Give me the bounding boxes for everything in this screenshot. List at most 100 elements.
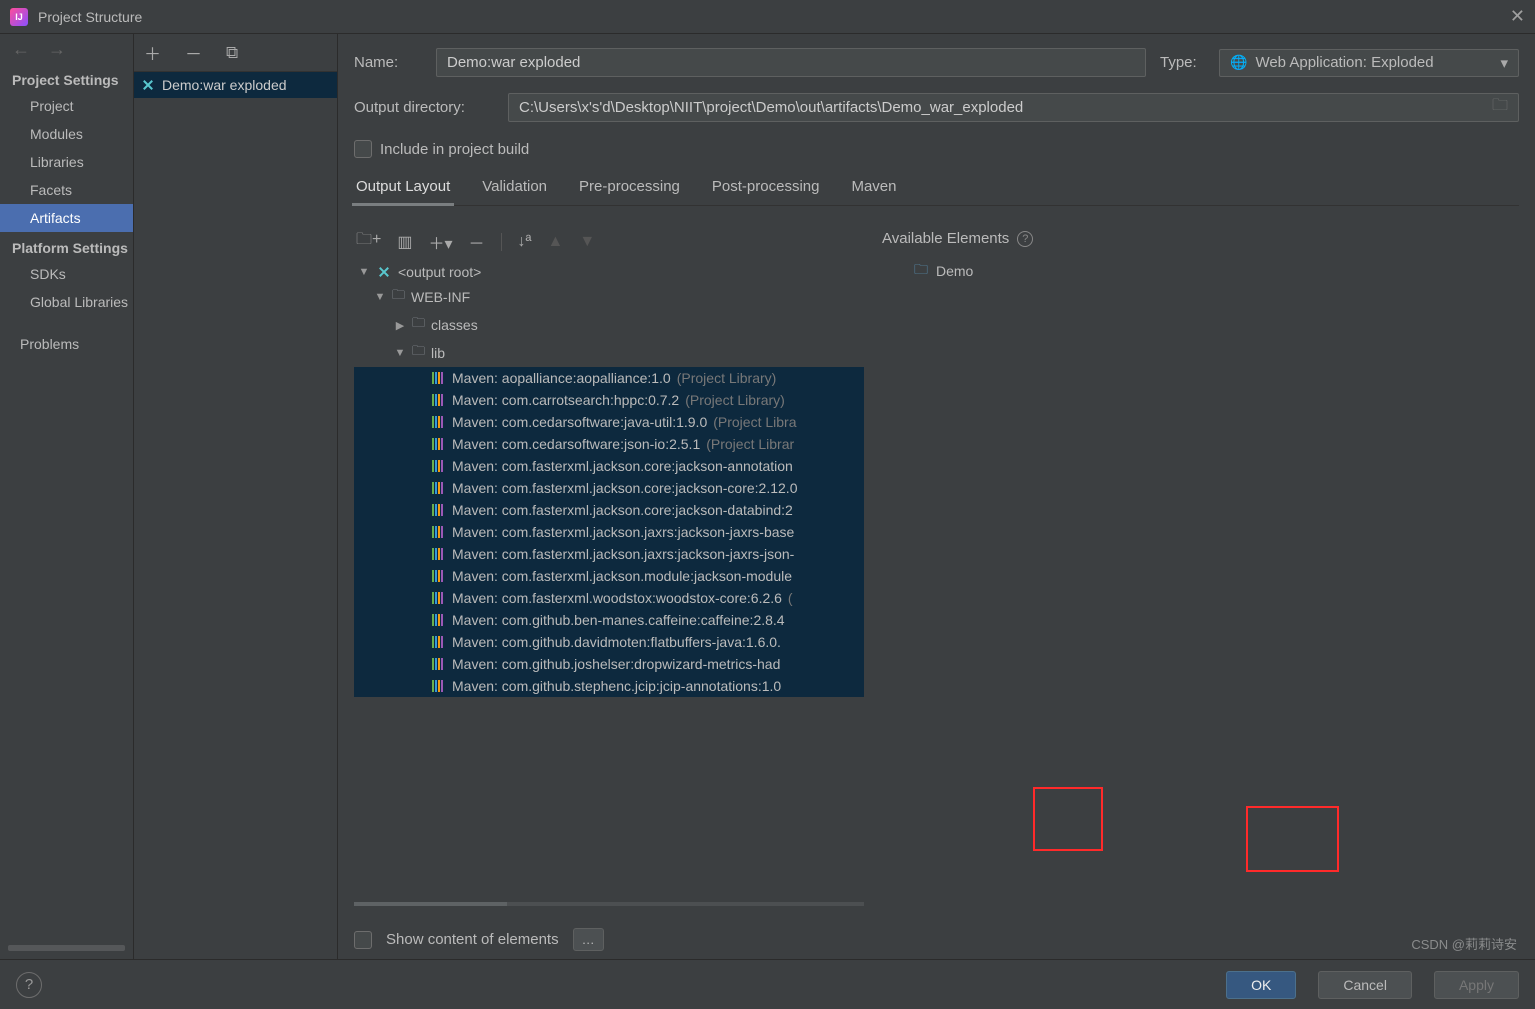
include-label: Include in project build [380, 141, 529, 158]
back-icon[interactable]: ← [12, 39, 30, 60]
sidebar-item-sdks[interactable]: SDKs [0, 260, 133, 288]
tab-maven[interactable]: Maven [849, 174, 898, 205]
lib-label: Maven: com.fasterxml.jackson.module:jack… [452, 568, 792, 584]
lib-label: Maven: com.fasterxml.jackson.core:jackso… [452, 502, 793, 518]
sidebar: ← → Project Settings Project Modules Lib… [0, 34, 134, 959]
remove-icon[interactable]: － [185, 40, 202, 65]
sidebar-item-libraries[interactable]: Libraries [0, 148, 133, 176]
cancel-button[interactable]: Cancel [1318, 971, 1412, 999]
library-icon [432, 548, 446, 560]
sidebar-splitter[interactable] [8, 945, 125, 951]
show-content-checkbox[interactable] [354, 931, 372, 949]
copy-icon[interactable]: ⧉ [226, 43, 238, 63]
nav-arrows: ← → [0, 34, 133, 64]
add-copy-icon[interactable]: ＋▾ [428, 230, 452, 254]
outdir-field[interactable] [509, 94, 1482, 121]
tree-lib-item[interactable]: ▶Maven: com.github.stephenc.jcip:jcip-an… [354, 675, 864, 697]
ok-button[interactable]: OK [1226, 971, 1296, 999]
tree-lib-item[interactable]: ▶Maven: com.fasterxml.jackson.core:jacks… [354, 477, 864, 499]
lib-label: Maven: com.cedarsoftware:java-util:1.9.0 [452, 414, 707, 430]
tab-pre-processing[interactable]: Pre-processing [577, 174, 682, 205]
artifact-item-label: Demo:war exploded [162, 77, 287, 93]
artifact-icon [376, 264, 392, 280]
name-field[interactable] [436, 48, 1146, 77]
browse-folder-icon[interactable]: 🗀 [1482, 94, 1518, 121]
sort-icon[interactable]: ↓ª [518, 233, 532, 251]
artifact-item[interactable]: Demo:war exploded [134, 72, 337, 98]
tree-root: <output root> [398, 264, 481, 280]
library-icon [432, 526, 446, 538]
include-checkbox[interactable] [354, 140, 372, 158]
lib-tag: (Project Library) [685, 392, 785, 408]
forward-icon[interactable]: → [48, 39, 66, 60]
tab-validation[interactable]: Validation [480, 174, 549, 205]
outdir-label: Output directory: [354, 99, 494, 116]
tree-lib-item[interactable]: ▶Maven: com.fasterxml.jackson.jaxrs:jack… [354, 543, 864, 565]
library-icon [432, 460, 446, 472]
type-label: Type: [1160, 54, 1205, 71]
lib-label: Maven: com.github.ben-manes.caffeine:caf… [452, 612, 785, 628]
output-tree[interactable]: ▼ <output root> ▼ 🗀 WEB-INF ▶ 🗀 classes [354, 261, 864, 900]
lib-tag: (Project Library) [677, 370, 777, 386]
library-icon [432, 636, 446, 648]
tree-classes: classes [431, 317, 478, 333]
library-icon [432, 658, 446, 670]
chevron-down-icon: ▾ [1500, 54, 1508, 72]
close-icon[interactable]: ✕ [1510, 6, 1525, 27]
lib-label: Maven: com.github.stephenc.jcip:jcip-ann… [452, 678, 781, 694]
ellipsis-button[interactable]: … [573, 928, 604, 951]
library-icon [432, 416, 446, 428]
sidebar-item-project[interactable]: Project [0, 92, 133, 120]
tree-lib-item[interactable]: ▶Maven: com.fasterxml.jackson.jaxrs:jack… [354, 521, 864, 543]
folder-icon: 🗀 [412, 314, 425, 336]
lib-label: Maven: aopalliance:aopalliance:1.0 [452, 370, 671, 386]
tree-lib-item[interactable]: ▶Maven: com.fasterxml.jackson.core:jacks… [354, 499, 864, 521]
lib-label: Maven: com.fasterxml.woodstox:woodstox-c… [452, 590, 782, 606]
tree-lib-item[interactable]: ▶Maven: com.fasterxml.woodstox:woodstox-… [354, 587, 864, 609]
tree-lib-item[interactable]: ▶Maven: com.github.davidmoten:flatbuffer… [354, 631, 864, 653]
watermark: CSDN @莉莉诗安 [1411, 934, 1517, 953]
tree-lib-item[interactable]: ▶Maven: com.cedarsoftware:java-util:1.9.… [354, 411, 864, 433]
tab-output-layout[interactable]: Output Layout [354, 174, 452, 205]
tree-lib-item[interactable]: ▶Maven: com.cedarsoftware:json-io:2.5.1 … [354, 433, 864, 455]
tree-lib-item[interactable]: ▶Maven: com.fasterxml.jackson.core:jacks… [354, 455, 864, 477]
globe-icon: 🌐 [1230, 54, 1247, 71]
lib-label: Maven: com.fasterxml.jackson.core:jackso… [452, 480, 797, 496]
apply-button[interactable]: Apply [1434, 971, 1519, 999]
sidebar-item-artifacts[interactable]: Artifacts [0, 204, 133, 232]
lib-tag: (Project Libra [713, 414, 796, 430]
tree-webinf: WEB-INF [411, 289, 470, 305]
artifact-icon [140, 77, 156, 93]
help-icon[interactable]: ? [1017, 231, 1033, 247]
artifact-list-panel: ＋ － ⧉ Demo:war exploded [134, 34, 338, 959]
available-item[interactable]: 🗀 Demo [878, 255, 1519, 287]
down-icon[interactable]: ▼ [579, 233, 595, 251]
tree-lib: lib [431, 345, 445, 361]
layout-toolbar: 🗀+ ▥ ＋▾ － ↓ª ▲ ▼ [354, 222, 864, 261]
lib-tag: ( [788, 590, 793, 606]
sidebar-item-global-libraries[interactable]: Global Libraries [0, 288, 133, 316]
tree-lib-item[interactable]: ▶Maven: com.github.ben-manes.caffeine:ca… [354, 609, 864, 631]
sidebar-item-facets[interactable]: Facets [0, 176, 133, 204]
library-icon [432, 482, 446, 494]
new-archive-icon[interactable]: ▥ [397, 232, 412, 252]
tab-post-processing[interactable]: Post-processing [710, 174, 822, 205]
add-icon[interactable]: ＋ [144, 40, 161, 65]
remove-item-icon[interactable]: － [469, 230, 485, 254]
up-icon[interactable]: ▲ [547, 233, 563, 251]
sidebar-item-problems[interactable]: Problems [0, 330, 133, 358]
library-icon [432, 372, 446, 384]
sidebar-item-modules[interactable]: Modules [0, 120, 133, 148]
lib-label: Maven: com.carrotsearch:hppc:0.7.2 [452, 392, 679, 408]
tree-lib-item[interactable]: ▶Maven: aopalliance:aopalliance:1.0 (Pro… [354, 367, 864, 389]
tree-lib-item[interactable]: ▶Maven: com.github.joshelser:dropwizard-… [354, 653, 864, 675]
context-help-icon[interactable]: ? [16, 972, 42, 998]
new-folder-icon[interactable]: 🗀+ [356, 228, 381, 255]
tree-lib-item[interactable]: ▶Maven: com.carrotsearch:hppc:0.7.2 (Pro… [354, 389, 864, 411]
tree-scrollbar[interactable] [354, 902, 864, 906]
tree-lib-item[interactable]: ▶Maven: com.fasterxml.jackson.module:jac… [354, 565, 864, 587]
type-select[interactable]: 🌐 Web Application: Exploded ▾ [1219, 49, 1519, 77]
module-folder-icon: 🗀 [914, 259, 928, 283]
library-icon [432, 504, 446, 516]
available-item-label: Demo [936, 263, 973, 279]
